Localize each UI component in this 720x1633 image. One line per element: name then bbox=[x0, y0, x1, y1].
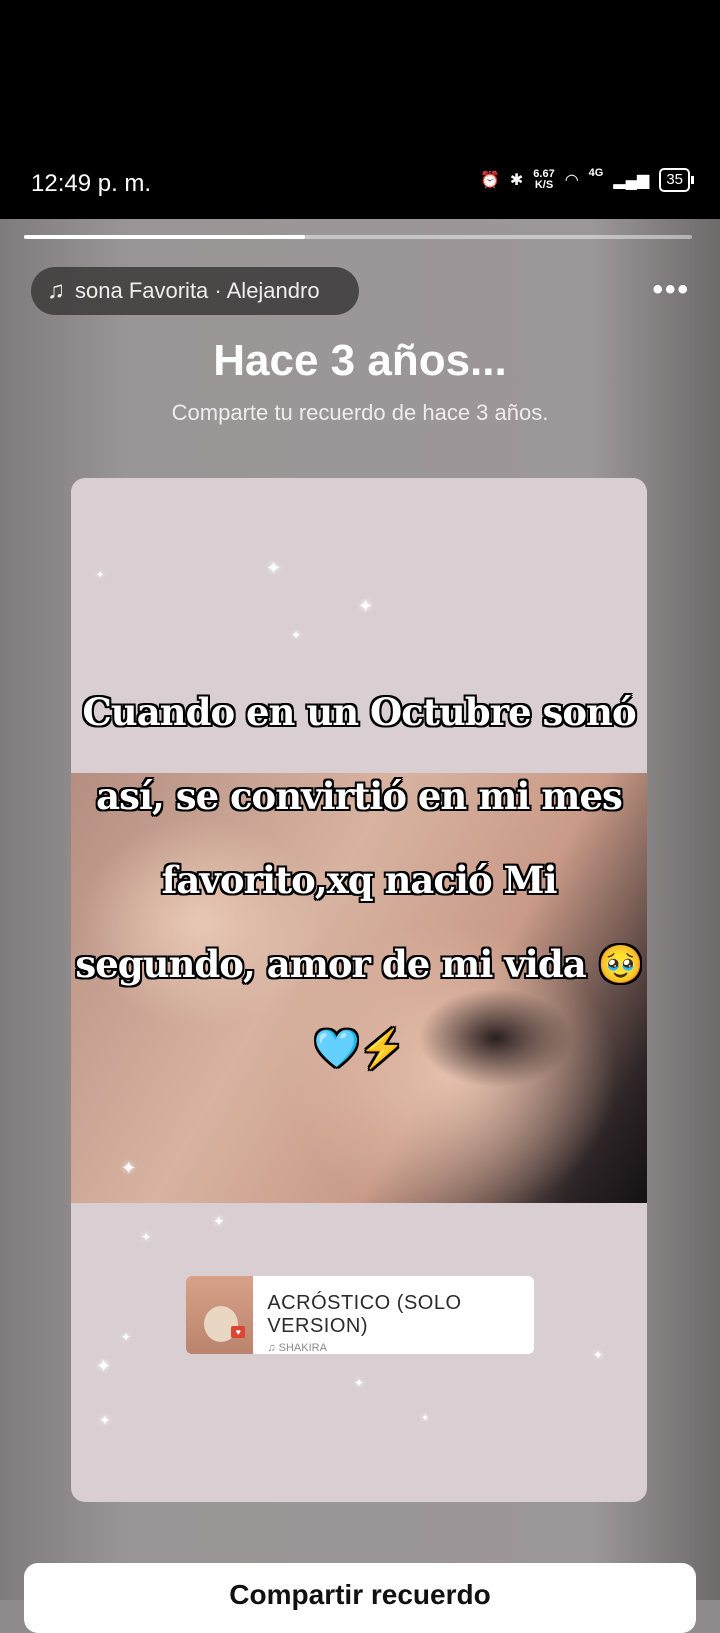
memory-caption: Cuando en un Octubre sonó así, se convir… bbox=[75, 690, 643, 1070]
memory-subtitle: Comparte tu recuerdo de hace 3 años. bbox=[171, 400, 549, 425]
story-progress-fill bbox=[24, 235, 305, 239]
sparkle-icon: ✦ bbox=[593, 1348, 604, 1362]
song-artist: SHAKIRA bbox=[278, 1342, 327, 1354]
album-art: ♥ bbox=[186, 1276, 254, 1354]
sparkle-icon: ✦ bbox=[96, 1356, 112, 1376]
sparkle-icon: ✦ bbox=[99, 1412, 111, 1428]
wifi-icon: ◠ bbox=[564, 172, 579, 189]
song-title: ACRÓSTICO (SOLO VERSION) bbox=[267, 1292, 462, 1337]
speed-unit: K/S bbox=[534, 179, 554, 191]
sparkle-icon: ✦ bbox=[213, 1213, 225, 1229]
sparkle-icon: ✦ bbox=[358, 596, 374, 616]
album-heart-icon: ♥ bbox=[231, 1326, 246, 1338]
story-progress-bar bbox=[24, 235, 692, 239]
bluetooth-icon: ✱ bbox=[509, 172, 524, 189]
share-memory-button[interactable]: Compartir recuerdo bbox=[24, 1563, 696, 1633]
sparkle-icon: ✦ bbox=[421, 1413, 430, 1424]
sparkle-icon: ✦ bbox=[291, 628, 302, 642]
network-type: 4G bbox=[588, 167, 604, 179]
battery-indicator: 35 bbox=[659, 168, 694, 192]
music-track-name: sona Favorita · Alejandro bbox=[75, 278, 320, 303]
sparkle-icon: ✦ bbox=[141, 1230, 152, 1244]
status-time: 12:49 p. m. bbox=[31, 170, 152, 197]
sparkle-icon: ✦ bbox=[354, 1376, 365, 1390]
music-sticker-pill[interactable]: ♫ sona Favorita · Alejandro bbox=[31, 267, 359, 315]
music-note-icon: ♫ bbox=[47, 277, 65, 304]
memory-title: Hace 3 años... bbox=[213, 336, 507, 385]
signal-icon: ▂▄▆ bbox=[613, 172, 650, 189]
music-note-icon: ♫ bbox=[267, 1342, 279, 1354]
sparkle-icon: ✦ bbox=[266, 558, 282, 578]
alarm-icon: ⏰ bbox=[479, 172, 500, 189]
status-bar: 12:49 p. m. ⏰ ✱ 6.67 K/S ◠ 4G ▂▄▆ 35 bbox=[0, 0, 720, 219]
song-artist-row: ♫ SHAKIRA bbox=[267, 1342, 534, 1354]
network-speed: 6.67 K/S bbox=[533, 169, 554, 191]
status-icons: ⏰ ✱ 6.67 K/S ◠ 4G ▂▄▆ 35 bbox=[479, 167, 694, 192]
sparkle-icon: ✦ bbox=[96, 570, 105, 581]
sparkle-icon: ✦ bbox=[121, 1158, 137, 1178]
memory-card[interactable]: ✦ ✦ ✦ ✦ ✦ ✦ ✦ ✦ ✦ ✦ ✦ ✦ ✦ Cuando en un O… bbox=[71, 478, 647, 1502]
more-options-icon[interactable]: ••• bbox=[652, 275, 690, 305]
music-sticker-card[interactable]: ♥ ACRÓSTICO (SOLO VERSION) ♫ SHAKIRA bbox=[186, 1276, 534, 1354]
music-info: ACRÓSTICO (SOLO VERSION) ♫ SHAKIRA bbox=[253, 1276, 534, 1354]
sparkle-icon: ✦ bbox=[121, 1330, 132, 1344]
